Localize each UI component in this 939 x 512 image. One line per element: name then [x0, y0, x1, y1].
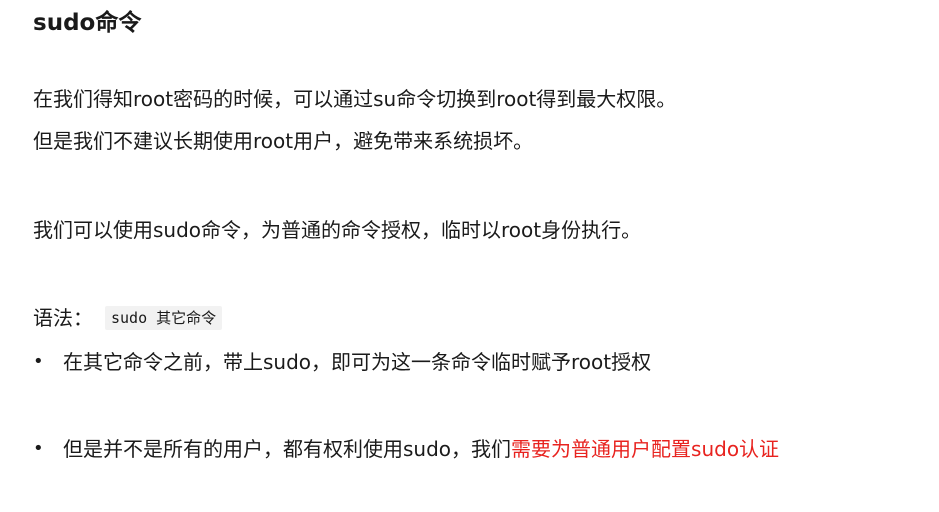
bullet-icon: •	[33, 351, 44, 372]
paragraph-avoid-root: 但是我们不建议长期使用root用户，避免带来系统损坏。	[33, 129, 534, 153]
bullet-text-plain: 但是并不是所有的用户，都有权利使用sudo，我们	[63, 437, 512, 461]
paragraph-root-password: 在我们得知root密码的时候，可以通过su命令切换到root得到最大权限。	[33, 87, 677, 111]
page-title: sudo命令	[33, 10, 142, 36]
syntax-label: 语法：	[33, 306, 93, 330]
list-item: • 但是并不是所有的用户，都有权利使用sudo，我们需要为普通用户配置sudo认…	[33, 434, 779, 464]
list-item: • 在其它命令之前，带上sudo，即可为这一条命令临时赋予root授权	[33, 347, 651, 377]
syntax-line: 语法： sudo 其它命令	[33, 303, 223, 333]
bullet-text: 但是并不是所有的用户，都有权利使用sudo，我们需要为普通用户配置sudo认证	[63, 434, 779, 464]
highlighted-text: 需要为普通用户配置sudo认证	[511, 437, 780, 461]
paragraph-sudo-intro: 我们可以使用sudo命令，为普通的命令授权，临时以root身份执行。	[33, 218, 642, 242]
inline-code-sudo: sudo 其它命令	[105, 306, 223, 330]
bullet-text-plain: 在其它命令之前，带上sudo，即可为这一条命令临时赋予root授权	[63, 350, 652, 374]
bullet-text: 在其它命令之前，带上sudo，即可为这一条命令临时赋予root授权	[63, 347, 651, 377]
bullet-icon: •	[33, 438, 44, 459]
